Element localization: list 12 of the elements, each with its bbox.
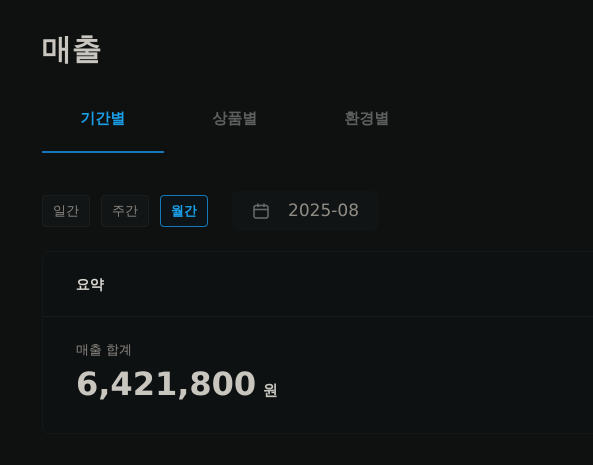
period-button[interactable]: 월간: [160, 195, 208, 227]
tab[interactable]: 상품별: [174, 93, 296, 153]
currency-unit: 원: [263, 381, 278, 400]
card-title: 요약: [76, 277, 104, 293]
tab[interactable]: 환경별: [306, 93, 428, 153]
period-button[interactable]: 일간: [42, 195, 90, 227]
period-button[interactable]: 주간: [101, 195, 149, 227]
calendar-icon: [252, 202, 270, 220]
total-label: 매출 합계: [76, 342, 134, 359]
page-title: 매출: [42, 31, 103, 69]
total-amount: 6,421,800: [76, 365, 256, 403]
tab[interactable]: 기간별: [42, 93, 164, 153]
